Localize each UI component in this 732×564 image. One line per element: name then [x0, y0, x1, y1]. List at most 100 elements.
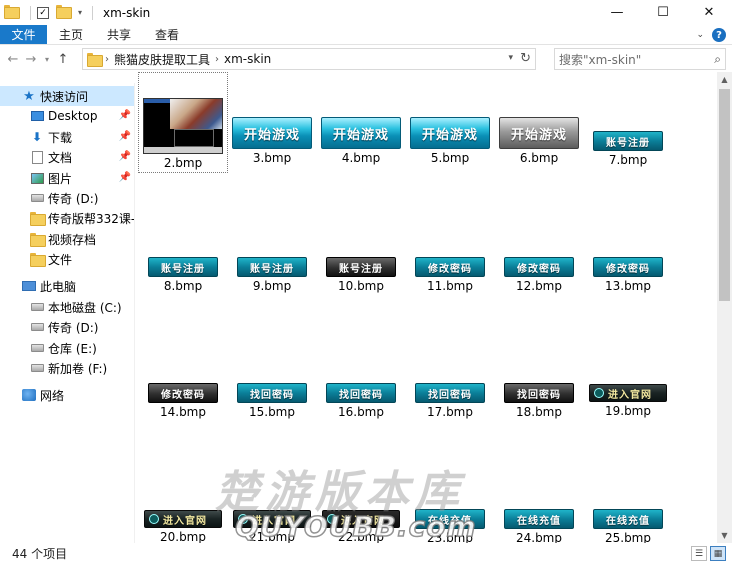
bitmap-preview: 在线充值: [504, 509, 574, 529]
search-placeholder: 搜索"xm-skin": [559, 52, 642, 67]
breadcrumb-parent[interactable]: 熊猫皮肤提取工具: [114, 51, 210, 68]
help-icon[interactable]: ?: [712, 28, 726, 42]
button-image-text: 修改密码: [517, 263, 561, 275]
nav-quick-access[interactable]: ★ 快速访问: [0, 86, 134, 106]
nav-item-documents[interactable]: 文档 📌: [0, 147, 134, 167]
bitmap-preview: 账号注册: [326, 257, 396, 277]
file-item[interactable]: 进入官网 22.bmp: [317, 510, 405, 543]
documents-icon: [31, 150, 43, 164]
file-item[interactable]: 2.bmp: [138, 72, 228, 173]
close-button[interactable]: ✕: [686, 0, 732, 25]
button-image-text: 进入官网: [341, 515, 385, 527]
nav-item-drive-e[interactable]: 仓库 (E:): [0, 338, 134, 358]
minimize-button[interactable]: —: [594, 0, 640, 25]
nav-label: 此电脑: [40, 279, 77, 294]
nav-item-video-archive[interactable]: 视频存档: [0, 229, 134, 249]
customize-qat-icon[interactable]: ▾: [75, 5, 85, 21]
bitmap-preview: 账号注册: [593, 131, 663, 151]
nav-label: 文件: [48, 252, 73, 267]
details-view-icon[interactable]: ☰: [691, 546, 707, 561]
file-item[interactable]: 在线充值 24.bmp: [495, 509, 583, 543]
nav-item-drive-d[interactable]: 传奇 (D:): [0, 188, 134, 208]
bitmap-preview: 进入官网: [233, 510, 311, 528]
pin-icon: 📌: [118, 110, 131, 121]
address-bar[interactable]: › 熊猫皮肤提取工具 › xm-skin ▾ ↻: [82, 48, 536, 70]
file-item[interactable]: 账号注册 8.bmp: [139, 257, 227, 293]
tab-share[interactable]: 共享: [95, 25, 143, 44]
nav-label: 文档: [48, 150, 73, 165]
breadcrumb-current[interactable]: xm-skin: [224, 52, 271, 66]
pin-icon: 📌: [118, 151, 131, 162]
up-button[interactable]: ↑: [54, 48, 72, 70]
back-button[interactable]: ←: [4, 48, 22, 70]
folder-icon: [87, 53, 103, 67]
refresh-icon[interactable]: ↻: [520, 51, 531, 66]
file-name: 24.bmp: [515, 531, 562, 543]
file-item[interactable]: 开始游戏 5.bmp: [406, 117, 494, 165]
file-item[interactable]: 进入官网 21.bmp: [228, 510, 316, 543]
chevron-right-icon[interactable]: ›: [105, 54, 109, 65]
file-item[interactable]: 找回密码 15.bmp: [228, 383, 316, 419]
file-item[interactable]: 账号注册 7.bmp: [584, 131, 672, 167]
nav-item-pictures[interactable]: 图片 📌: [0, 168, 134, 188]
file-item[interactable]: 修改密码 11.bmp: [406, 257, 494, 293]
file-item[interactable]: 在线充值 25.bmp: [584, 509, 672, 543]
file-item[interactable]: 找回密码 16.bmp: [317, 383, 405, 419]
file-item[interactable]: 修改密码 13.bmp: [584, 257, 672, 293]
nav-label: 仓库 (E:): [48, 341, 97, 356]
expand-ribbon-icon[interactable]: ⌄: [696, 30, 704, 40]
search-icon[interactable]: ⌕: [714, 52, 721, 67]
tab-home[interactable]: 主页: [47, 25, 95, 44]
button-image-text: 进入官网: [608, 389, 652, 401]
item-count: 44 个项目: [12, 547, 68, 561]
bitmap-preview: 开始游戏: [499, 117, 579, 149]
file-item[interactable]: 找回密码 18.bmp: [495, 383, 583, 419]
scroll-up-icon[interactable]: ▲: [717, 72, 732, 87]
file-item[interactable]: 账号注册 10.bmp: [317, 257, 405, 293]
file-name: 2.bmp: [163, 156, 203, 170]
nav-item-desktop[interactable]: Desktop 📌: [0, 106, 134, 126]
pin-icon: 📌: [118, 131, 131, 142]
chevron-right-icon[interactable]: ›: [215, 54, 219, 65]
vertical-scrollbar[interactable]: ▲ ▼: [717, 72, 732, 543]
file-item[interactable]: 开始游戏 4.bmp: [317, 117, 405, 165]
divider: [30, 5, 31, 20]
tab-file[interactable]: 文件: [0, 25, 47, 44]
desktop-icon: [30, 111, 44, 121]
nav-item-downloads[interactable]: ⬇ 下载 📌: [0, 127, 134, 147]
button-image-text: 开始游戏: [332, 127, 389, 143]
nav-item-drive-d2[interactable]: 传奇 (D:): [0, 317, 134, 337]
nav-item-drive-c[interactable]: 本地磁盘 (C:): [0, 297, 134, 317]
file-item[interactable]: 修改密码 12.bmp: [495, 257, 583, 293]
file-item[interactable]: 在线充值 23.bmp: [406, 509, 494, 543]
properties-icon[interactable]: ✓: [37, 6, 49, 19]
button-image-text: 修改密码: [161, 389, 205, 401]
divider: [92, 5, 93, 20]
file-item[interactable]: 修改密码 14.bmp: [139, 383, 227, 419]
file-item[interactable]: 开始游戏 6.bmp: [495, 117, 583, 165]
new-folder-icon[interactable]: [56, 4, 72, 21]
nav-this-pc[interactable]: 此电脑: [0, 276, 134, 296]
nav-item-folder[interactable]: 传奇版帮332课-LMS: [0, 208, 135, 228]
file-item[interactable]: 账号注册 9.bmp: [228, 257, 316, 293]
file-name: 21.bmp: [248, 530, 295, 543]
nav-item-files[interactable]: 文件: [0, 249, 134, 269]
forward-button[interactable]: →: [22, 48, 40, 70]
file-item[interactable]: 开始游戏 3.bmp: [228, 117, 316, 165]
tab-view[interactable]: 查看: [143, 25, 191, 44]
recent-locations-button[interactable]: ▾: [40, 48, 54, 70]
search-input[interactable]: 搜索"xm-skin" ⌕: [554, 48, 726, 70]
globe-icon: [238, 514, 248, 524]
large-icons-view-icon[interactable]: ▦: [710, 546, 726, 561]
file-item[interactable]: 找回密码 17.bmp: [406, 383, 494, 419]
nav-item-drive-f[interactable]: 新加卷 (F:): [0, 358, 134, 378]
maximize-button[interactable]: ☐: [640, 0, 686, 25]
scrollbar-thumb[interactable]: [719, 89, 730, 301]
file-name: 8.bmp: [163, 279, 203, 293]
nav-network[interactable]: 网络: [0, 385, 134, 405]
nav-label: 传奇版帮332课-LMS: [48, 211, 135, 226]
file-item[interactable]: 进入官网 19.bmp: [584, 384, 672, 418]
file-item[interactable]: 进入官网 20.bmp: [139, 510, 227, 543]
address-dropdown-icon[interactable]: ▾: [508, 53, 513, 63]
scroll-down-icon[interactable]: ▼: [717, 528, 732, 543]
